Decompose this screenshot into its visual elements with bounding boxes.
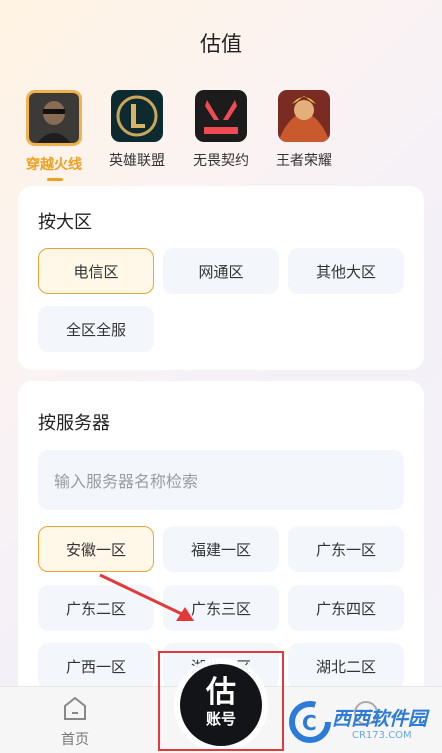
chip-region[interactable]: 电信区 — [38, 248, 154, 294]
watermark-subtext: CR173.COM — [352, 730, 412, 741]
chip-server[interactable]: 广东四区 — [288, 585, 404, 631]
honor-of-kings-game-icon — [278, 90, 330, 142]
game-tab-valorant[interactable]: 无畏契约 — [180, 90, 262, 170]
chip-server[interactable]: 广西一区 — [38, 643, 154, 689]
league-of-legends-game-icon — [111, 90, 163, 142]
watermark-text: 西西软件园 — [332, 708, 428, 730]
annotation-highlight-box — [158, 651, 284, 751]
chip-region[interactable]: 全区全服 — [38, 306, 154, 352]
tab-home[interactable]: 首页 — [54, 693, 96, 749]
game-tab-crossfire[interactable]: 穿越火线 — [13, 90, 95, 174]
game-tab-lol[interactable]: 英雄联盟 — [96, 90, 178, 170]
game-selector: 穿越火线 英雄联盟 无畏契约 王者荣耀 — [0, 90, 442, 182]
chip-region[interactable]: 其他大区 — [288, 248, 404, 294]
home-icon — [64, 696, 86, 720]
region-card: 按大区 电信区 网通区 其他大区 全区全服 — [18, 186, 424, 370]
chip-server[interactable]: 湖北二区 — [288, 643, 404, 689]
watermark: C 西西软件园 CR173.COM — [288, 700, 438, 746]
server-card-title: 按服务器 — [38, 413, 110, 434]
game-tab-honor-of-kings[interactable]: 王者荣耀 — [263, 90, 345, 170]
valorant-game-icon — [195, 90, 247, 142]
crossfire-game-icon — [26, 90, 82, 146]
game-label: 英雄联盟 — [109, 153, 165, 169]
server-search-input[interactable]: 输入服务器名称检索 — [38, 450, 404, 510]
chip-region[interactable]: 网通区 — [163, 248, 279, 294]
region-card-title: 按大区 — [38, 212, 92, 233]
active-tab-indicator — [47, 178, 63, 181]
page-title: 估值 — [200, 32, 242, 56]
chip-server[interactable]: 广东一区 — [288, 526, 404, 572]
tab-home-label: 首页 — [61, 732, 89, 748]
game-label: 王者荣耀 — [276, 153, 332, 169]
watermark-logo-icon: C — [289, 701, 331, 743]
annotation-arrow — [99, 573, 194, 621]
svg-text:C: C — [302, 711, 317, 735]
game-label: 穿越火线 — [26, 157, 82, 173]
game-label: 无畏契约 — [193, 153, 249, 169]
